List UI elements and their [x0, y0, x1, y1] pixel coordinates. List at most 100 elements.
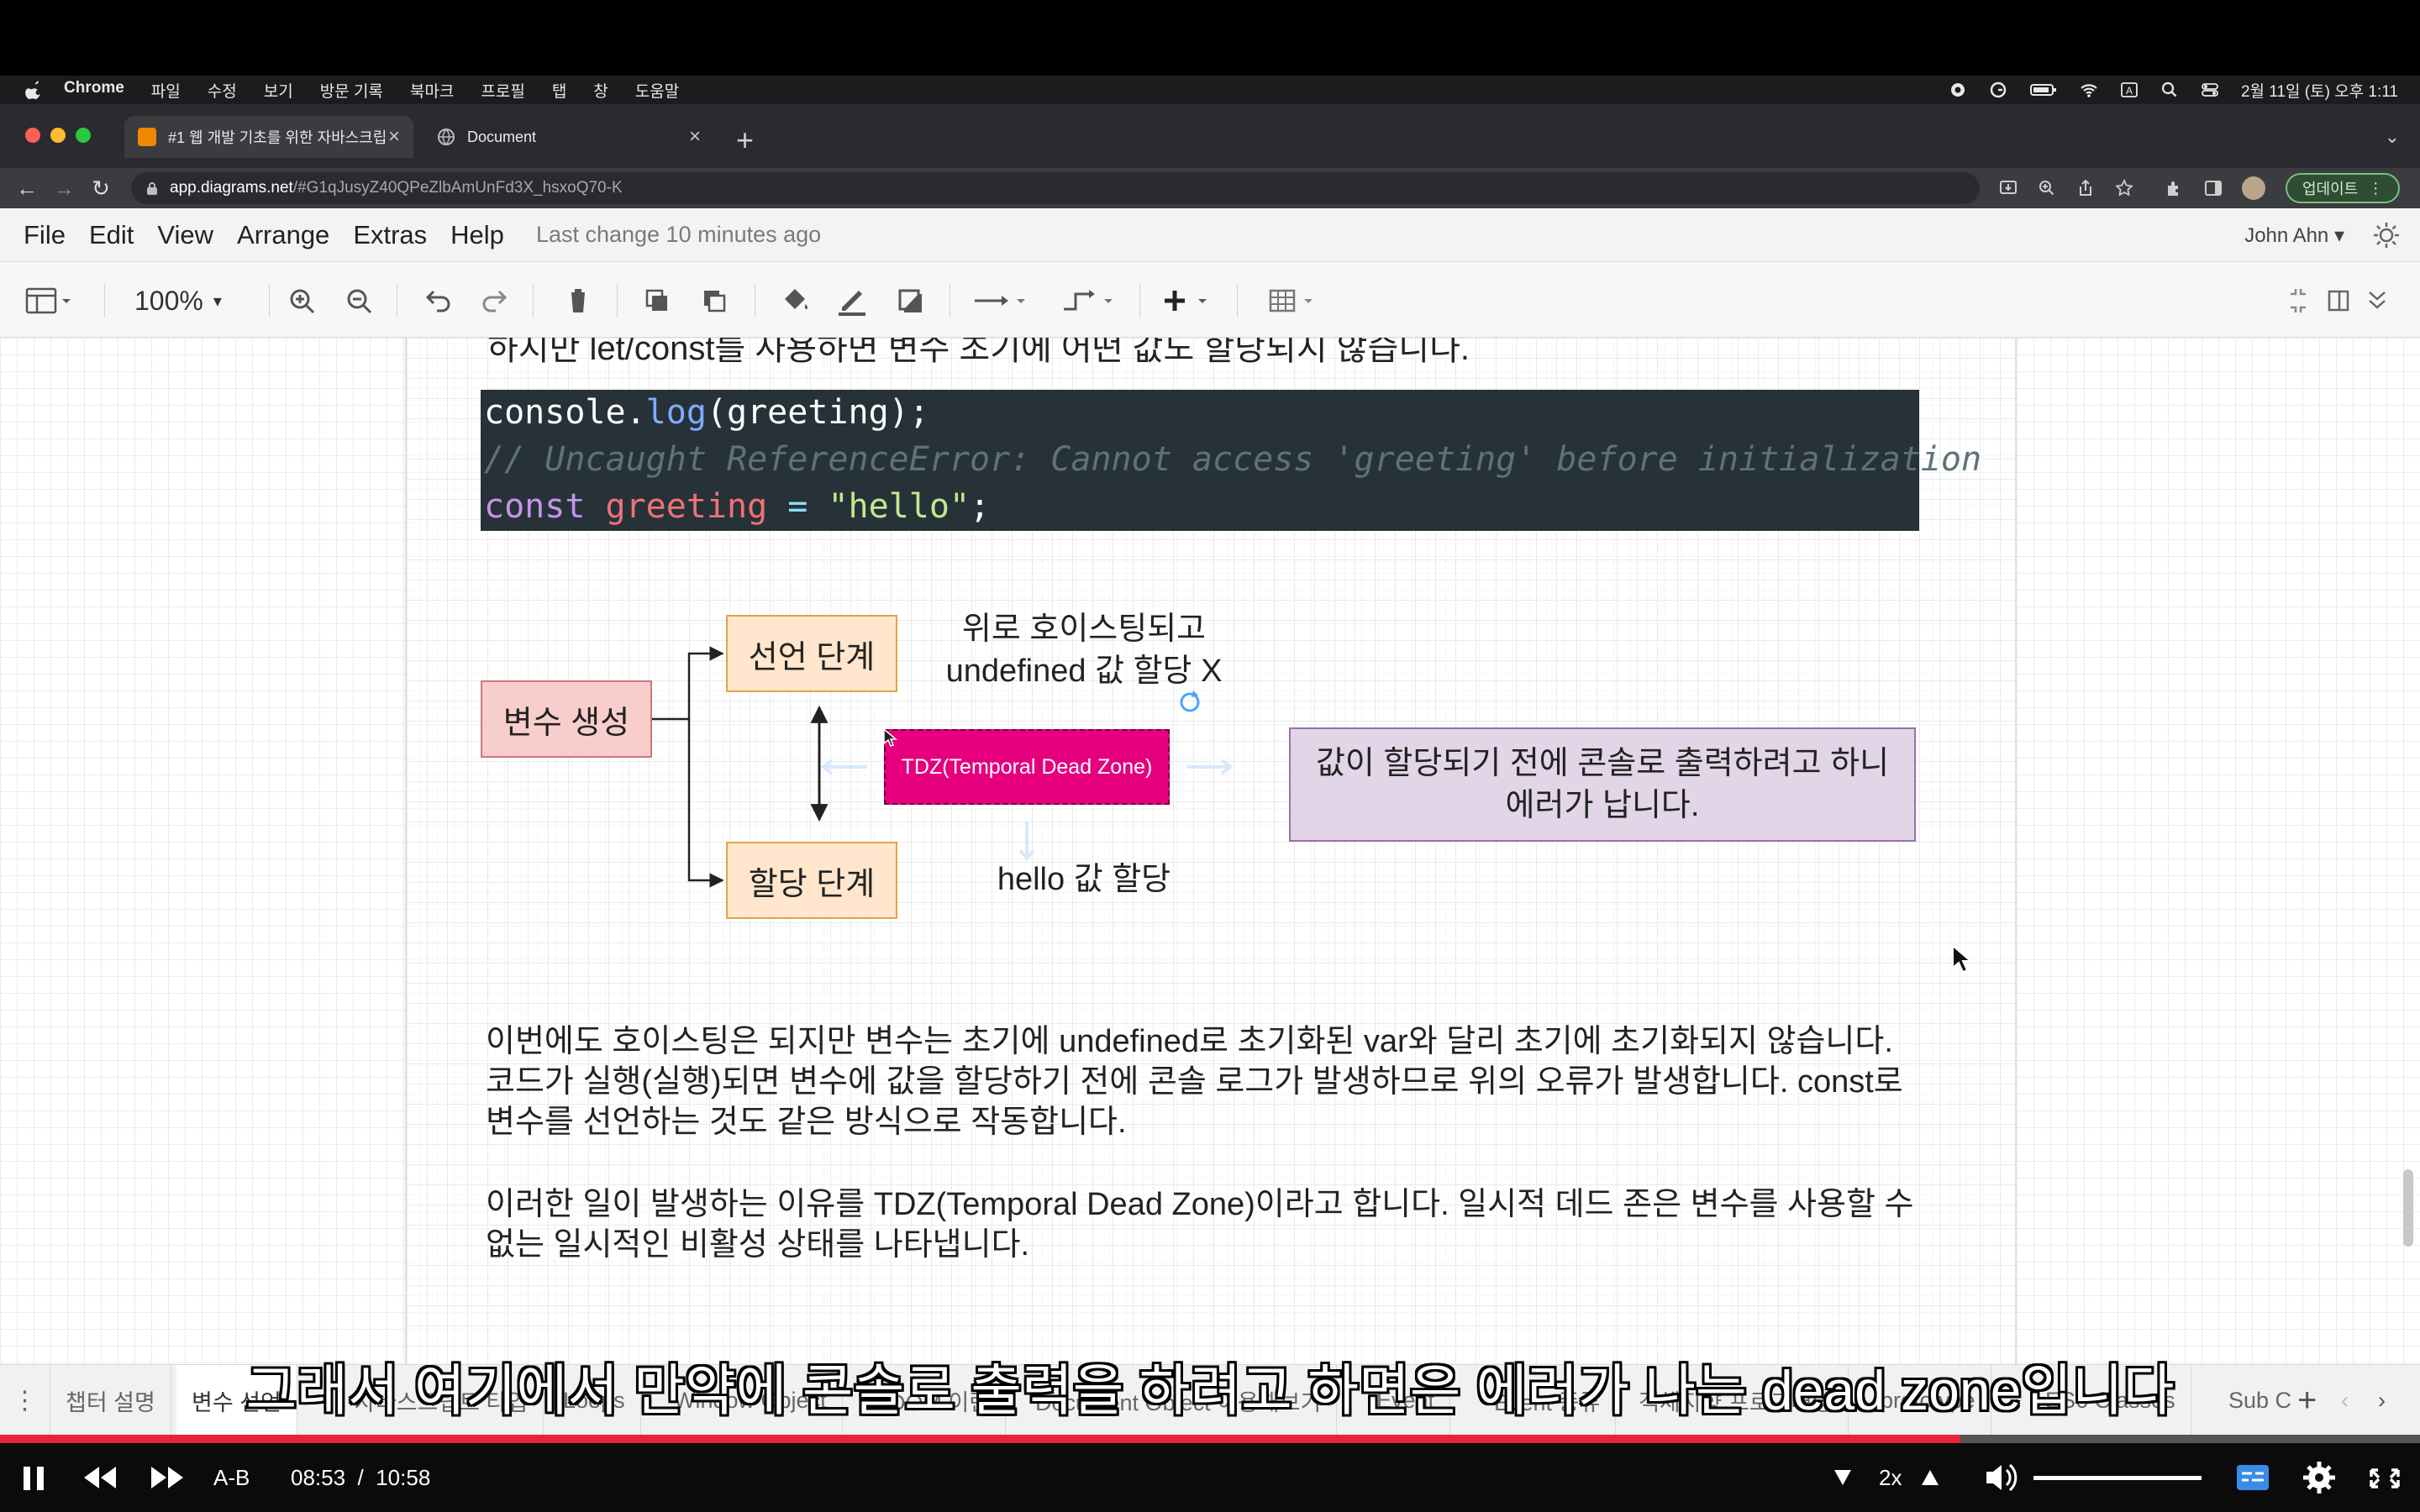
menu-help[interactable]: Help [450, 220, 504, 250]
fullscreen-exit-icon[interactable] [2286, 282, 2311, 319]
wifi-icon[interactable] [2080, 81, 2098, 98]
last-change-status[interactable]: Last change 10 minutes ago [536, 222, 821, 248]
declaration-phase-box[interactable]: 선언 단계 [726, 615, 897, 692]
grammarly-icon[interactable] [1989, 81, 2007, 98]
intro-text[interactable]: 하지만 let/const를 사용하면 변수 초기에 어떤 값도 할당되지 않습… [487, 338, 1470, 370]
install-app-icon[interactable] [1998, 178, 2018, 198]
settings-gear-icon[interactable] [2301, 1443, 2338, 1512]
user-menu[interactable]: John Ahn ▾ [2244, 223, 2344, 248]
menu-history[interactable]: 방문 기록 [320, 79, 383, 102]
zoom-icon[interactable] [2037, 178, 2057, 198]
tdz-paragraph[interactable]: 이러한 일이 발생하는 이유를 TDZ(Temporal Dead Zone)이… [486, 1184, 1931, 1265]
minimize-window-button[interactable] [50, 128, 66, 143]
diagram-canvas[interactable]: 하지만 let/const를 사용하면 변수 초기에 어떤 값도 할당되지 않습… [0, 338, 2420, 1364]
vertical-scrollbar[interactable] [2403, 1169, 2413, 1247]
close-tab-icon[interactable]: × [388, 125, 400, 149]
menu-help[interactable]: 도움말 [635, 79, 679, 102]
speed-up-icon[interactable] [1919, 1443, 1941, 1512]
undo-icon[interactable] [420, 282, 454, 319]
theme-sun-icon[interactable] [2371, 220, 2402, 250]
close-tab-icon[interactable]: × [689, 125, 701, 149]
ab-repeat-button[interactable]: A-B [213, 1443, 250, 1512]
subtitles-icon[interactable] [2233, 1443, 2272, 1512]
browser-tab-document[interactable]: Document × [424, 116, 714, 158]
close-window-button[interactable] [25, 128, 40, 143]
zoom-out-icon[interactable] [343, 282, 376, 319]
redo-icon[interactable] [479, 282, 513, 319]
drawio-menubar: File Edit View Arrange Extras Help Last … [0, 208, 2420, 262]
new-tab-button[interactable]: + [736, 123, 754, 158]
video-progress-bar[interactable] [0, 1435, 2420, 1443]
assignment-phase-box[interactable]: 할당 단계 [726, 842, 897, 919]
variable-creation-box[interactable]: 변수 생성 [481, 680, 652, 758]
side-panel-icon[interactable] [2203, 178, 2223, 198]
record-icon[interactable] [1949, 81, 1967, 98]
reload-button[interactable]: ↻ [82, 176, 119, 202]
menu-profiles[interactable]: 프로필 [481, 79, 524, 102]
back-button[interactable]: ← [8, 176, 45, 202]
menu-edit[interactable]: Edit [89, 220, 134, 250]
profile-avatar[interactable] [2242, 176, 2265, 200]
menubar-clock[interactable]: 2월 11일 (토) 오후 1:11 [2241, 79, 2398, 102]
zoom-in-icon[interactable] [286, 282, 319, 319]
menu-bookmarks[interactable]: 북마크 [410, 79, 454, 102]
tab-search-chevron-icon[interactable]: ⌄ [2385, 126, 2400, 148]
apple-icon[interactable] [25, 80, 44, 100]
format-panel-icon[interactable] [2326, 282, 2351, 319]
menu-window[interactable]: 창 [593, 79, 608, 102]
menu-chrome[interactable]: Chrome [64, 79, 124, 102]
code-block[interactable]: console.log(greeting); // Uncaught Refer… [481, 390, 1981, 531]
menu-view[interactable]: 보기 [264, 79, 293, 102]
volume-icon[interactable] [1983, 1443, 2020, 1512]
battery-icon[interactable] [2029, 81, 2058, 98]
insert-plus-icon[interactable] [1161, 282, 1220, 319]
format-panel-toggle-icon[interactable] [24, 282, 74, 319]
delete-trash-icon[interactable] [561, 282, 595, 319]
fill-color-icon[interactable] [778, 282, 812, 319]
pause-icon[interactable] [17, 1443, 50, 1512]
forward-button[interactable]: → [45, 176, 82, 202]
hoisting-label[interactable]: 위로 호이스팅되고 undefined 값 할당 X [924, 608, 1244, 692]
menu-tab[interactable]: 탭 [552, 79, 566, 102]
menu-view[interactable]: View [157, 220, 213, 250]
fast-forward-icon[interactable] [148, 1443, 187, 1512]
error-note-box[interactable]: 값이 할당되기 전에 콘솔로 출력하려고 하니 에러가 납니다. [1289, 727, 1916, 842]
menu-arrange[interactable]: Arrange [237, 220, 329, 250]
playback-speed[interactable]: 2x [1879, 1443, 1902, 1512]
lock-icon[interactable] [146, 181, 158, 195]
control-center-icon[interactable] [2201, 81, 2219, 98]
menu-file[interactable]: File [24, 220, 66, 250]
rewind-icon[interactable] [81, 1443, 119, 1512]
collapse-chevrons-icon[interactable] [2365, 282, 2390, 319]
table-icon[interactable] [1267, 282, 1326, 319]
update-button[interactable]: 업데이트 ⋮ [2286, 173, 2401, 203]
extensions-puzzle-icon[interactable] [2165, 178, 2185, 198]
menu-edit[interactable]: 수정 [208, 79, 237, 102]
to-front-icon[interactable] [640, 282, 674, 319]
spotlight-search-icon[interactable] [2160, 81, 2179, 98]
fullscreen-icon[interactable] [2368, 1443, 2402, 1512]
to-back-icon[interactable] [697, 282, 731, 319]
hello-assign-label[interactable]: hello 값 할당 [950, 858, 1218, 900]
line-color-icon[interactable] [834, 282, 871, 319]
code-token: greeting [605, 487, 768, 526]
bookmark-star-icon[interactable] [2114, 178, 2134, 198]
input-source-icon[interactable]: A [2120, 81, 2139, 98]
volume-slider[interactable] [2033, 1476, 2202, 1480]
menu-file[interactable]: 파일 [151, 79, 181, 102]
waypoints-icon[interactable] [1059, 282, 1123, 319]
code-token: (greeting); [706, 393, 929, 432]
connection-style-icon[interactable] [971, 282, 1035, 319]
speed-down-icon[interactable] [1832, 1443, 1854, 1512]
url-bar[interactable]: app.diagrams.net/#G1qJusyZ40QPeZlbAmUnFd… [131, 172, 1980, 204]
code-token: ; [970, 487, 991, 526]
shadow-icon[interactable] [894, 282, 928, 319]
browser-tab-active[interactable]: #1 웹 개발 기초를 위한 자바스크립트 × [124, 116, 413, 158]
share-icon[interactable] [2075, 178, 2096, 198]
zoom-select[interactable]: 100% ▾ [134, 282, 222, 319]
zoom-window-button[interactable] [76, 128, 91, 143]
tdz-box[interactable]: TDZ(Temporal Dead Zone) [884, 729, 1170, 805]
explanation-paragraph[interactable]: 이번에도 호이스팅은 되지만 변수는 초기에 undefined로 초기화된 v… [486, 1021, 1931, 1142]
svg-text:A: A [2126, 85, 2133, 97]
menu-extras[interactable]: Extras [353, 220, 427, 250]
